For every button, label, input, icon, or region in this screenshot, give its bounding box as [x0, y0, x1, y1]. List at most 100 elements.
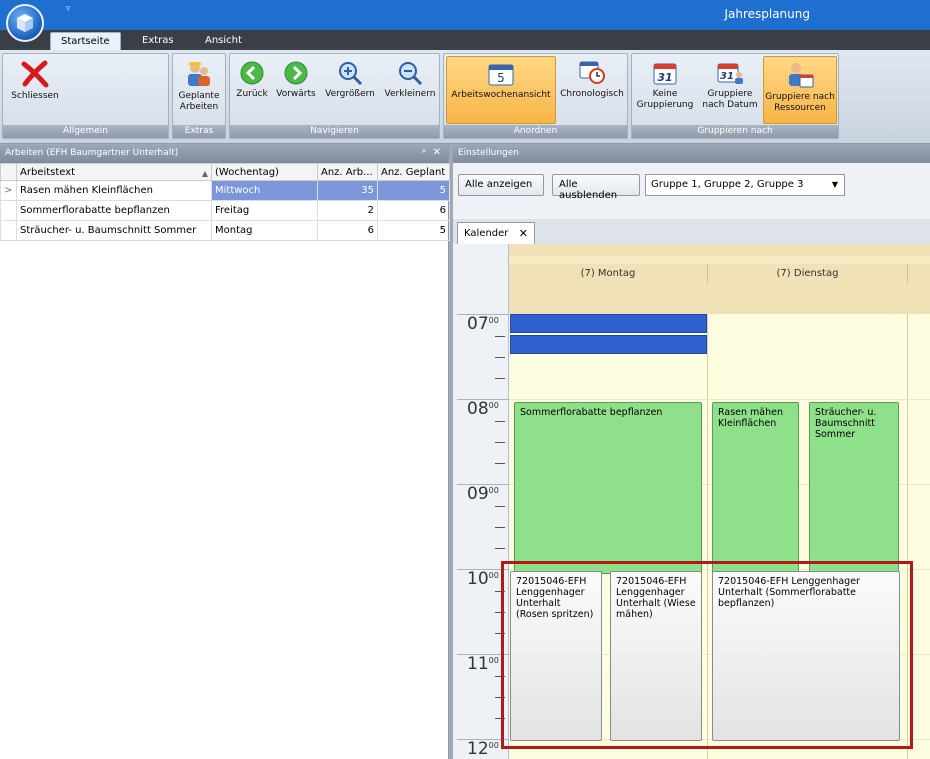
- appointment-sommerflorabatte-lenggenhager[interactable]: 72015046-EFH Lenggenhager Unterhalt (Som…: [712, 571, 900, 741]
- cell-wochentag[interactable]: Montag: [211, 220, 318, 241]
- planner-area: Einstellungen Alle anzeigen Alle ausblen…: [453, 145, 930, 759]
- ribbon: Schliessen Allgemein Geplante Arbeiten E…: [0, 50, 930, 144]
- svg-text:31: 31: [657, 71, 672, 84]
- busy-block[interactable]: [510, 335, 707, 354]
- application-menu-button[interactable]: [6, 4, 44, 42]
- calendar-view[interactable]: (7) Montag (7) Dienstag 0700 0800 0900 1…: [453, 244, 930, 759]
- planned-work-button[interactable]: Geplante Arbeiten: [174, 56, 224, 124]
- tick: [495, 633, 505, 634]
- table-row[interactable]: > Rasen mähen Kleinflächen Mittwoch 35 5: [0, 180, 450, 201]
- ribbon-tabs: Startseite Extras Ansicht: [0, 30, 930, 50]
- show-all-button[interactable]: Alle anzeigen: [458, 174, 544, 196]
- close-icon[interactable]: ✕: [433, 147, 441, 158]
- cell-anz-geplant[interactable]: 5: [377, 180, 450, 201]
- zoom-out-icon: [399, 62, 423, 86]
- group-anordnen: 5 Arbeitswochenansicht Chronologisch Ano…: [443, 53, 628, 139]
- zoom-out-button[interactable]: Verkleinern: [382, 56, 438, 124]
- cell-wochentag[interactable]: Freitag: [211, 200, 318, 221]
- close-button[interactable]: Schliessen: [5, 56, 65, 124]
- table-row[interactable]: Sommerflorabatte bepflanzen Freitag 2 6: [0, 200, 450, 221]
- sort-asc-icon: ▲: [201, 168, 208, 178]
- forward-button[interactable]: Vorwärts: [273, 56, 319, 124]
- appointment-rasen-maehen[interactable]: Rasen mähen Kleinflächen: [712, 402, 799, 574]
- tick: [495, 442, 505, 443]
- column-header-arbeitstext[interactable]: Arbeitstext ▲: [16, 163, 212, 181]
- cell-anz-arb[interactable]: 35: [317, 180, 378, 201]
- column-header-anz-arb[interactable]: Anz. Arb...: [317, 163, 378, 181]
- appointment-rosen-spritzen[interactable]: 72015046-EFH Lenggenhager Unterhalt (Ros…: [510, 571, 602, 741]
- arrow-right-icon: [284, 61, 308, 85]
- pin-icon[interactable]: ᵖ: [422, 148, 426, 158]
- cell-arbeitstext[interactable]: Sträucher- u. Baumschnitt Sommer: [16, 220, 212, 241]
- workweek-view-button[interactable]: 5 Arbeitswochenansicht: [446, 56, 556, 124]
- tab-extras[interactable]: Extras: [132, 32, 184, 50]
- table-row[interactable]: Sträucher- u. Baumschnitt Sommer Montag …: [0, 220, 450, 241]
- hour-label-11: 1100: [467, 654, 499, 674]
- calendar-tab-label: Kalender: [464, 228, 509, 239]
- work-table: Arbeitstext ▲ (Wochentag) Anz. Arb... Anz…: [0, 163, 450, 241]
- tick: [495, 676, 505, 677]
- group-select[interactable]: Gruppe 1, Gruppe 2, Gruppe 3 ▼: [645, 174, 845, 196]
- planned-work-label-1: Geplante: [178, 91, 220, 101]
- column-header-anz-geplant[interactable]: Anz. Geplant: [377, 163, 450, 181]
- day-header-montag[interactable]: (7) Montag: [509, 264, 708, 284]
- cell-wochentag[interactable]: Mittwoch: [211, 180, 318, 201]
- group-by-resources-button[interactable]: Gruppiere nach Ressourcen: [763, 56, 837, 124]
- planned-work-label-2: Arbeiten: [179, 102, 219, 112]
- cell-anz-arb[interactable]: 6: [317, 220, 378, 241]
- chronological-button[interactable]: Chronologisch: [558, 56, 626, 124]
- back-button[interactable]: Zurück: [232, 56, 272, 124]
- cell-anz-arb[interactable]: 2: [317, 200, 378, 221]
- group-label-anordnen: Anordnen: [444, 125, 627, 138]
- tick: [495, 378, 505, 379]
- cell-arbeitstext[interactable]: Sommerflorabatte bepflanzen: [16, 200, 212, 221]
- tick: [495, 548, 505, 549]
- tick: [495, 697, 505, 698]
- no-grouping-button[interactable]: 31 Keine Gruppierung: [634, 56, 696, 124]
- group-gruppieren: 31 Keine Gruppierung 31 Gruppiere nach D…: [631, 53, 839, 139]
- worker-icon: [188, 62, 210, 86]
- group-navigieren: Zurück Vorwärts Vergrößern Verkleinern N…: [229, 53, 440, 139]
- chronological-label: Chronologisch: [560, 89, 624, 99]
- person-calendar-icon: [789, 63, 814, 88]
- hour-label-10: 1000: [467, 569, 499, 589]
- settings-panel: Alle anzeigen Alle ausblenden Gruppe 1, …: [453, 163, 930, 219]
- group-label-allgemein: Allgemein: [3, 125, 168, 138]
- cell-anz-geplant[interactable]: 6: [377, 200, 450, 221]
- appointment-straeucher[interactable]: Sträucher- u. Baumschnitt Sommer: [809, 402, 899, 574]
- appointment-sommerflorabatte[interactable]: Sommerflorabatte bepflanzen: [514, 402, 702, 574]
- row-indicator-header: [0, 163, 17, 181]
- cell-anz-geplant[interactable]: 5: [377, 220, 450, 241]
- busy-block[interactable]: [510, 314, 707, 333]
- tick: [495, 591, 505, 592]
- hide-all-button[interactable]: Alle ausblenden: [552, 174, 640, 201]
- tick: [495, 336, 505, 337]
- cube-icon: [17, 14, 33, 32]
- calendar-clock-icon: [579, 61, 605, 84]
- grid-line: [509, 399, 930, 400]
- tab-ansicht[interactable]: Ansicht: [195, 32, 252, 50]
- tick: [495, 506, 505, 507]
- zoom-in-label: Vergrößern: [325, 89, 375, 99]
- close-tab-icon[interactable]: ✕: [519, 227, 528, 240]
- zoom-in-button[interactable]: Vergrößern: [321, 56, 379, 124]
- day-header-dienstag[interactable]: (7) Dienstag: [708, 264, 908, 284]
- group-allgemein: Schliessen Allgemein: [2, 53, 169, 139]
- chevron-down-icon: ▼: [831, 180, 838, 189]
- panel-title-bar: Arbeiten (EFH Baumgartner Unterhalt) ᵖ ✕: [0, 145, 448, 163]
- group-select-value: Gruppe 1, Gruppe 2, Gruppe 3: [651, 179, 804, 190]
- settings-title: Einstellungen: [453, 145, 930, 163]
- group-by-date-button[interactable]: 31 Gruppiere nach Datum: [698, 56, 762, 124]
- tick: [495, 527, 505, 528]
- column-header-wochentag[interactable]: (Wochentag): [211, 163, 318, 181]
- panel-title: Arbeiten (EFH Baumgartner Unterhalt): [5, 148, 179, 158]
- appointment-wiese-maehen[interactable]: 72015046-EFH Lenggenhager Unterhalt (Wie…: [610, 571, 702, 741]
- tab-kalender[interactable]: Kalender ✕: [457, 222, 535, 244]
- calendar-31-icon: 31: [653, 63, 677, 85]
- back-label: Zurück: [236, 89, 268, 99]
- svg-text:5: 5: [497, 71, 505, 85]
- cell-arbeitstext[interactable]: Rasen mähen Kleinflächen: [16, 180, 212, 201]
- day-top-stripe: [509, 256, 930, 264]
- tab-startseite[interactable]: Startseite: [50, 32, 121, 50]
- close-label: Schliessen: [11, 91, 59, 101]
